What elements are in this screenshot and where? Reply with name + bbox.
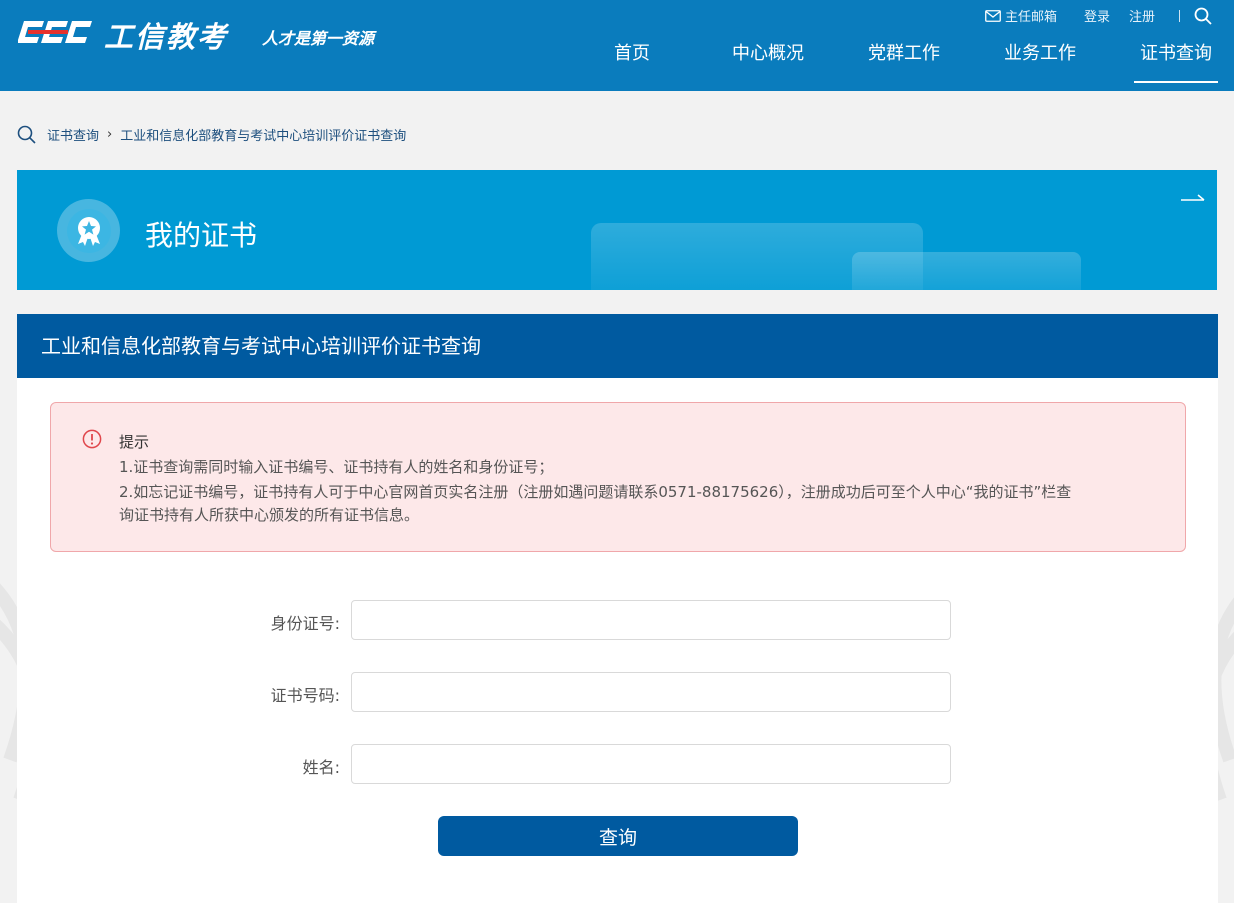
form-row-cert: 证书号码: — [17, 672, 1218, 712]
mail-link[interactable]: 主任邮箱 — [985, 6, 1057, 25]
site-header: 工信教考 人才是第一资源 主任邮箱 登录 注册 首页 中心概况 党群工作 业务工… — [0, 0, 1234, 91]
top-divider — [1179, 9, 1180, 22]
certificate-badge — [57, 199, 120, 262]
chevron-right-icon: › — [107, 127, 113, 142]
name-label: 姓名: — [302, 758, 340, 777]
search-icon[interactable] — [1194, 7, 1212, 25]
register-link[interactable]: 注册 — [1129, 6, 1155, 25]
notice-title: 提示 — [119, 433, 150, 451]
panel-title: 工业和信息化部教育与考试中心培训评价证书查询 — [17, 314, 1218, 378]
nav-item-certificate[interactable]: 证书查询 — [1134, 40, 1218, 83]
breadcrumb: 证书查询 › 工业和信息化部教育与考试中心培训评价证书查询 — [17, 125, 406, 144]
alert-icon — [82, 429, 102, 449]
nav-item-home[interactable]: 首页 — [614, 40, 650, 82]
my-certificate-banner[interactable]: 我的证书 — [17, 170, 1217, 290]
main-nav: 首页 中心概况 党群工作 业务工作 证书查询 — [0, 40, 1234, 83]
award-icon — [77, 216, 100, 246]
name-input[interactable] — [351, 744, 951, 784]
certificate-number-label: 证书号码: — [270, 686, 340, 705]
form-row-id: 身份证号: — [17, 600, 1218, 640]
notice-line: 1.证书查询需同时输入证书编号、证书持有人的姓名和身份证号； — [119, 458, 554, 476]
banner-title: 我的证书 — [145, 219, 258, 252]
query-panel: 工业和信息化部教育与考试中心培训评价证书查询 提示 1.证书查询需同时输入证书编… — [17, 314, 1218, 903]
arrow-right-icon[interactable] — [1181, 192, 1205, 204]
query-button[interactable]: 查询 — [438, 816, 798, 856]
id-number-label: 身份证号: — [270, 614, 340, 633]
top-links: 主任邮箱 登录 注册 — [985, 6, 1212, 25]
nav-item-business[interactable]: 业务工作 — [1004, 40, 1076, 82]
notice-box: 提示 1.证书查询需同时输入证书编号、证书持有人的姓名和身份证号； 2.如忘记证… — [50, 402, 1186, 552]
login-link[interactable]: 登录 — [1084, 6, 1110, 25]
certificate-number-input[interactable] — [351, 672, 951, 712]
nav-item-party[interactable]: 党群工作 — [868, 40, 940, 82]
mail-icon — [985, 9, 1001, 22]
breadcrumb-search-icon — [17, 125, 36, 144]
id-number-input[interactable] — [351, 600, 951, 640]
breadcrumb-item-certificate[interactable]: 证书查询 — [47, 125, 99, 144]
mail-link-label: 主任邮箱 — [1004, 10, 1057, 25]
nav-item-about[interactable]: 中心概况 — [732, 40, 804, 82]
form-row-name: 姓名: — [17, 744, 1218, 784]
notice-line: 询证书持有人所获中心颁发的所有证书信息。 — [119, 506, 420, 524]
banner-decoration — [852, 252, 1081, 290]
notice-line: 2.如忘记证书编号，证书持有人可于中心官网首页实名注册（注册如遇问题请联系057… — [119, 483, 1072, 501]
breadcrumb-item-current[interactable]: 工业和信息化部教育与考试中心培训评价证书查询 — [120, 125, 406, 144]
